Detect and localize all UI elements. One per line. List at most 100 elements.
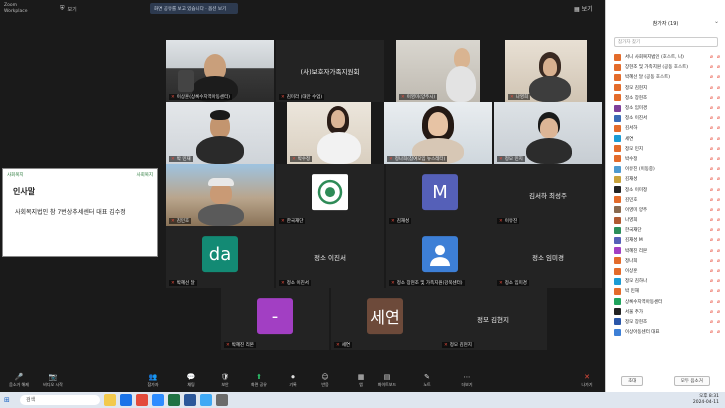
share-screen-icon: ⬆ [256, 373, 262, 381]
participant-search-input[interactable]: 참가자 찾기 [614, 37, 718, 47]
share-screen-label: 화면 공유 [251, 382, 267, 387]
participant-row[interactable]: 박혜진 리본 ⌀ ⌀ [614, 246, 722, 256]
video-tile[interactable]: ✕ 정모 민지 [494, 102, 602, 164]
participant-row[interactable]: 김서하 ⌀ ⌀ [614, 123, 722, 133]
participant-row[interactable]: 박수정 ⌀ ⌀ [614, 154, 722, 164]
participant-row[interactable]: 정모 장현조 ⌀ ⌀ [614, 317, 722, 327]
video-tile[interactable]: - ✕ 박혜진 리본 [221, 288, 329, 350]
participant-cap [208, 178, 234, 186]
meeting-info-label[interactable]: 보기 [68, 6, 77, 13]
taskbar-search-input[interactable]: 검색 [20, 395, 100, 405]
microphone-off-icon: ⌀ [716, 237, 720, 244]
participant-row[interactable]: 서니 사회복지법인 (호스트, 나) ⌀ ⌀ [614, 52, 722, 62]
video-tile[interactable]: ✕ 이상훈(상록수지역아동센터) [166, 40, 274, 102]
apps-button[interactable]: ▦ 앱 [350, 373, 372, 388]
shared-logo-right: 사회복지 [136, 173, 153, 178]
participant-row[interactable]: 정나희 ⌀ ⌀ [614, 256, 722, 266]
participant-face [454, 48, 470, 68]
screen-share-bar[interactable]: 화면 공유를 보고 있습니다 · 옵션 보기 [150, 3, 238, 14]
file-explorer-icon[interactable] [104, 394, 116, 406]
participants-button[interactable]: 👥 참가자 [142, 373, 164, 388]
participant-row[interactable]: 정소 장현조 ⌀ ⌀ [614, 93, 722, 103]
participant-row[interactable]: 김민호 ⌀ ⌀ [614, 195, 722, 205]
hwp-icon[interactable] [200, 394, 212, 406]
video-tile[interactable]: M ✕ 김재성 [386, 164, 494, 226]
excel-icon[interactable] [168, 394, 180, 406]
mute-all-button[interactable]: 모두 음소거 [673, 376, 710, 386]
record-button[interactable]: ⏺ 기록 [282, 373, 304, 388]
mic-muted-icon: ✕ [389, 157, 393, 162]
participant-body [526, 138, 572, 164]
participant-row[interactable]: 장현조 및 가족지원 (공동 호스트) ⌀ ⌀ [614, 62, 722, 72]
participant-name-text: 박혜선 달 [176, 281, 195, 286]
participant-row[interactable]: 정모 김하나 ⌀ ⌀ [614, 276, 722, 286]
system-clock[interactable]: 오후 8:31 2024-04-11 [693, 394, 719, 406]
security-shield-icon[interactable]: ⛨ [60, 5, 65, 13]
participant-row[interactable]: 상록수지역아동센터 ⌀ ⌀ [614, 297, 722, 307]
video-tile[interactable]: 세연 ✕ 세연 [331, 288, 439, 350]
video-tile[interactable]: 김서하 최성주 ✕ 이유진 [494, 164, 602, 226]
video-tile[interactable]: ✕ 한국재단 [276, 164, 384, 226]
participant-row[interactable]: 정모 김현지 ⌀ ⌀ [614, 83, 722, 93]
edge-browser-icon[interactable] [120, 394, 132, 406]
unmute-button[interactable]: 🎤 음소거 해제 [8, 373, 30, 388]
participant-row[interactable]: 서울 추가 ⌀ ⌀ [614, 307, 722, 317]
notes-icon: ✎ [424, 373, 430, 381]
video-tile[interactable]: da ✕ 박혜선 달 [166, 226, 274, 288]
camera-off-icon: ⌀ [709, 217, 713, 224]
participant-row[interactable]: 이상훈 ⌀ ⌀ [614, 266, 722, 276]
security-button[interactable]: 🛡 보안 [214, 373, 236, 388]
video-tile[interactable]: 정소 이진서 ✕ 정소 이진서 [276, 226, 384, 288]
participant-row[interactable]: 이상아동센터 대표 ⌀ ⌀ [614, 327, 722, 337]
reactions-button[interactable]: ☺ 반응 [314, 373, 336, 388]
leave-button[interactable]: ✕ 나가기 [576, 373, 598, 388]
mic-muted-icon: ✕ [226, 343, 230, 348]
participant-row[interactable]: 이영미 양주 ⌀ ⌀ [614, 205, 722, 215]
participant-row[interactable]: 김재성 ⌀ ⌀ [614, 174, 722, 184]
chrome-browser-icon[interactable] [136, 394, 148, 406]
video-tile[interactable]: 정모 김현지 ✕ 정모 김현지 [439, 288, 547, 350]
apps-label: 앱 [359, 382, 363, 387]
participant-row[interactable]: 박 민재 ⌀ ⌀ [614, 286, 722, 296]
participant-row-name: 이상훈 [625, 269, 638, 275]
invite-button[interactable]: 초대 [621, 376, 644, 386]
participant-row[interactable]: 정소 임미경 ⌀ ⌀ [614, 103, 722, 113]
participant-row[interactable]: 이유진 (이동중) ⌀ ⌀ [614, 164, 722, 174]
participant-row[interactable]: 세연 ⌀ ⌀ [614, 134, 722, 144]
participant-name-text: 이상훈(상록수지역아동센터) [176, 95, 230, 100]
settings-app-icon[interactable] [216, 394, 228, 406]
participant-row[interactable]: 한국재단 ⌀ ⌀ [614, 225, 722, 235]
chat-button[interactable]: 💬 채팅 [180, 373, 202, 388]
whiteboard-button[interactable]: ▤ 화이트보드 [376, 373, 398, 388]
video-tile[interactable]: (사)보호자가족지원회 ✕ 김미라 (대만 수업) [276, 40, 384, 102]
view-button[interactable]: ▦ 보기 [574, 4, 593, 13]
participant-row[interactable]: 나영희 ⌀ ⌀ [614, 215, 722, 225]
more-button[interactable]: ⋯ 더보기 [456, 373, 478, 388]
video-tile[interactable]: ✕ 이영미(양주시) [396, 40, 480, 102]
video-tile-active-speaker[interactable]: ✕ 정나희(참여모임 뉴스레터) [384, 102, 492, 164]
zoom-app-icon[interactable] [152, 394, 164, 406]
start-video-button[interactable]: 📷 비디오 시작 [42, 373, 64, 388]
participant-row[interactable]: 정소 이진서 ⌀ ⌀ [614, 113, 722, 123]
video-tile[interactable]: 정소 임미경 ✕ 정소 임미경 [494, 226, 602, 288]
windows-start-icon[interactable]: ⊞ [4, 396, 10, 404]
word-icon[interactable] [184, 394, 196, 406]
video-tile[interactable]: ✕ 나영희 [505, 40, 587, 102]
participant-row[interactable]: 정모 민지 ⌀ ⌀ [614, 144, 722, 154]
participant-row[interactable]: 박혜선 달 (공동 호스트) ⌀ ⌀ [614, 72, 722, 82]
panel-buttons: 초대 모두 음소거 [606, 376, 725, 386]
video-tile[interactable]: ✕ 김민호 [166, 164, 274, 226]
video-tile[interactable]: ✕ 정소 장현조 및 가족지원(강북센터) [386, 226, 494, 288]
mic-muted-icon: ✕ [499, 219, 503, 224]
participant-row[interactable]: 정소 이미정 ⌀ ⌀ [614, 184, 722, 194]
participant-row-avatar [614, 73, 621, 81]
shared-screen-thumbnail[interactable]: 사회복지 사회복지 인사말 사회복지법인 참 7번상추세센터 대표 김수정 [2, 168, 158, 257]
participant-row[interactable]: 김재성 M ⌀ ⌀ [614, 235, 722, 245]
camera-off-icon: ⌀ [709, 247, 713, 254]
panel-menu-icon[interactable]: ⌄ [714, 18, 719, 25]
video-tile[interactable]: ✕ 박수정 [287, 102, 371, 164]
participant-row-name: 정모 김현지 [625, 85, 648, 91]
video-tile[interactable]: ✕ 박 민재 [166, 102, 274, 164]
share-screen-button[interactable]: ⬆ 화면 공유 [248, 373, 270, 388]
notes-button[interactable]: ✎ 노트 [416, 373, 438, 388]
